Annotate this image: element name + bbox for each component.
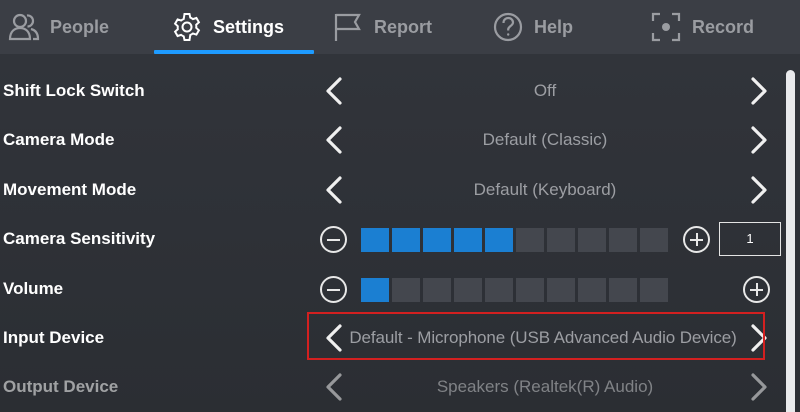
- chevron-right-icon[interactable]: [743, 125, 773, 155]
- slider-segment[interactable]: [454, 278, 482, 302]
- slider-segment[interactable]: [361, 228, 389, 252]
- plus-icon[interactable]: [743, 276, 770, 303]
- setting-label: Volume: [3, 279, 64, 298]
- slider-segment[interactable]: [361, 278, 389, 302]
- slider-segment[interactable]: [516, 228, 544, 252]
- chevron-right-icon[interactable]: [743, 175, 773, 205]
- setting-label: Shift Lock Switch: [3, 81, 145, 100]
- slider-segment[interactable]: [454, 228, 482, 252]
- setting-label: Camera Sensitivity: [3, 229, 156, 248]
- slider-segment[interactable]: [485, 228, 513, 252]
- sensitivity-value-input[interactable]: 1: [719, 222, 781, 256]
- slider-segment[interactable]: [609, 278, 637, 302]
- chevron-left-icon[interactable]: [320, 372, 350, 402]
- slider-segment[interactable]: [485, 278, 513, 302]
- tab-report-label: Report: [374, 16, 432, 37]
- gear-icon: [173, 13, 201, 41]
- tab-report[interactable]: Report: [332, 0, 432, 54]
- slider-segment[interactable]: [640, 228, 668, 252]
- slider-segment[interactable]: [609, 228, 637, 252]
- slider-segment[interactable]: [547, 228, 575, 252]
- flag-icon: [334, 13, 361, 41]
- slider-segment[interactable]: [516, 278, 544, 302]
- setting-row-camera-sensitivity: Camera Sensitivity 1: [0, 215, 785, 263]
- slider-segment[interactable]: [578, 278, 606, 302]
- tab-help[interactable]: Help: [492, 0, 573, 54]
- setting-row-movement-mode: Movement Mode Default (Keyboard): [0, 166, 785, 214]
- setting-value: Speakers (Realtek(R) Audio): [436, 377, 654, 396]
- volume-slider[interactable]: [361, 278, 668, 302]
- settings-menu: People Settings Report Help Record Shift…: [0, 0, 800, 412]
- scrollbar[interactable]: [786, 70, 795, 412]
- tab-bar: People Settings Report Help Record: [0, 0, 800, 54]
- chevron-left-icon[interactable]: [320, 175, 350, 205]
- slider-segment[interactable]: [423, 228, 451, 252]
- setting-value: Default - Microphone (USB Advanced Audio…: [349, 328, 737, 347]
- record-icon: [651, 12, 681, 42]
- plus-icon[interactable]: [683, 226, 710, 253]
- tab-settings[interactable]: Settings: [171, 0, 284, 54]
- tab-people[interactable]: People: [8, 0, 109, 54]
- tab-record-label: Record: [692, 16, 755, 37]
- setting-label: Camera Mode: [3, 130, 115, 149]
- setting-row-input-device: Input Device Default - Microphone (USB A…: [0, 314, 785, 362]
- people-icon: [8, 13, 40, 41]
- tab-record[interactable]: Record: [650, 0, 754, 54]
- slider-segment[interactable]: [578, 228, 606, 252]
- help-icon: [493, 12, 523, 42]
- chevron-right-icon[interactable]: [743, 323, 773, 353]
- setting-value: Default (Keyboard): [473, 180, 617, 199]
- slider-segment[interactable]: [392, 278, 420, 302]
- slider-segment[interactable]: [640, 278, 668, 302]
- setting-label: Input Device: [3, 328, 105, 347]
- setting-row-output-device: Output Device Speakers (Realtek(R) Audio…: [0, 363, 785, 411]
- sensitivity-slider[interactable]: [361, 228, 668, 252]
- minus-icon[interactable]: [320, 276, 347, 303]
- setting-value: Off: [533, 81, 557, 100]
- tab-help-label: Help: [534, 16, 574, 37]
- slider-segment[interactable]: [547, 278, 575, 302]
- active-tab-indicator: [154, 50, 314, 54]
- tab-people-label: People: [50, 16, 110, 37]
- setting-label: Movement Mode: [3, 180, 137, 199]
- setting-row-camera-mode: Camera Mode Default (Classic): [0, 116, 785, 164]
- slider-segment[interactable]: [423, 278, 451, 302]
- setting-row-volume: Volume: [0, 265, 785, 313]
- tab-settings-label: Settings: [213, 16, 285, 37]
- chevron-left-icon[interactable]: [320, 76, 350, 106]
- chevron-right-icon[interactable]: [743, 372, 773, 402]
- slider-segment[interactable]: [392, 228, 420, 252]
- minus-icon[interactable]: [320, 226, 347, 253]
- chevron-left-icon[interactable]: [320, 125, 350, 155]
- chevron-right-icon[interactable]: [743, 76, 773, 106]
- setting-label: Output Device: [3, 377, 119, 396]
- setting-row-shift-lock: Shift Lock Switch Off: [0, 67, 785, 115]
- setting-value: Default (Classic): [482, 130, 608, 149]
